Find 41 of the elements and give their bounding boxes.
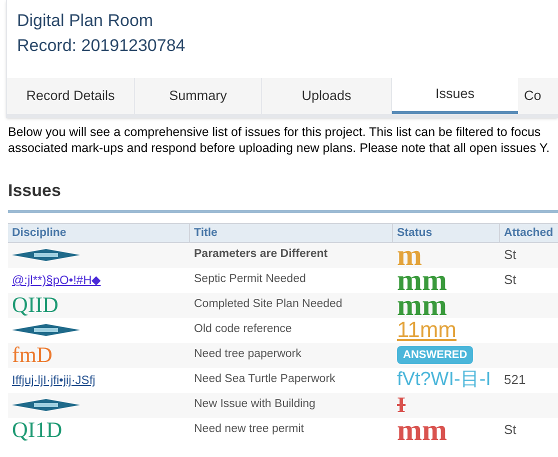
attached-text: St	[504, 422, 516, 437]
issue-title: New Issue with Building	[193, 397, 316, 412]
issue-title: Septic Permit Needed	[193, 272, 307, 288]
status-badge: ANSWERED	[397, 346, 474, 364]
issue-title: Need tree paperwork	[193, 347, 302, 362]
issue-title: Parameters are Different	[193, 247, 329, 262]
status-text: fVt?WI-目-I	[397, 369, 491, 391]
tab[interactable]: Record Details	[7, 78, 135, 114]
column-header: Status	[393, 224, 500, 242]
diamond-icon	[12, 249, 80, 261]
status-text: 11mm	[397, 319, 456, 341]
status-text: I	[397, 394, 407, 416]
status-text: mm	[397, 268, 447, 292]
page-title: Digital Plan Room	[17, 10, 154, 32]
status-text: mm	[397, 292, 447, 318]
discipline-text: QIID	[12, 293, 58, 317]
attached-text: 521	[504, 372, 526, 387]
discipline-link[interactable]: @:jl**)§pO•!#H◆	[12, 271, 101, 289]
attached-text: St	[504, 246, 516, 262]
attached-text: St	[504, 272, 516, 287]
status-text: mm	[397, 418, 447, 442]
intro-text: Below you will see a comprehensive list of issues for this project. This list can be filtered to focus	[8, 124, 542, 140]
discipline-text: QI1D	[12, 418, 62, 442]
record-number: Record: 20191230784	[17, 35, 186, 57]
tab[interactable]: Co	[518, 78, 558, 114]
discipline-text: fmD	[12, 343, 52, 367]
column-header: Discipline	[8, 224, 190, 242]
column-header: Title	[190, 224, 393, 242]
tab[interactable]: Issues	[392, 78, 518, 114]
issue-title: Need new tree permit	[193, 422, 305, 438]
column-header: Attached	[500, 224, 558, 242]
intro-text: associated mark-ups and respond before uploading new plans. Please note that all open issues Y.	[8, 140, 551, 156]
status-text: m	[397, 242, 422, 268]
issue-title: Old code reference	[193, 322, 293, 338]
discipline-link[interactable]: Iffjuj·ljI·jfi•jij·JSfj	[12, 371, 96, 389]
diamond-icon	[12, 324, 80, 336]
section-heading: Issues	[8, 181, 61, 200]
issue-title: Completed Site Plan Needed	[193, 297, 344, 312]
diamond-icon	[12, 399, 80, 411]
issue-title: Need Sea Turtle Paperwork	[193, 372, 336, 388]
tab[interactable]: Summary	[135, 78, 262, 114]
